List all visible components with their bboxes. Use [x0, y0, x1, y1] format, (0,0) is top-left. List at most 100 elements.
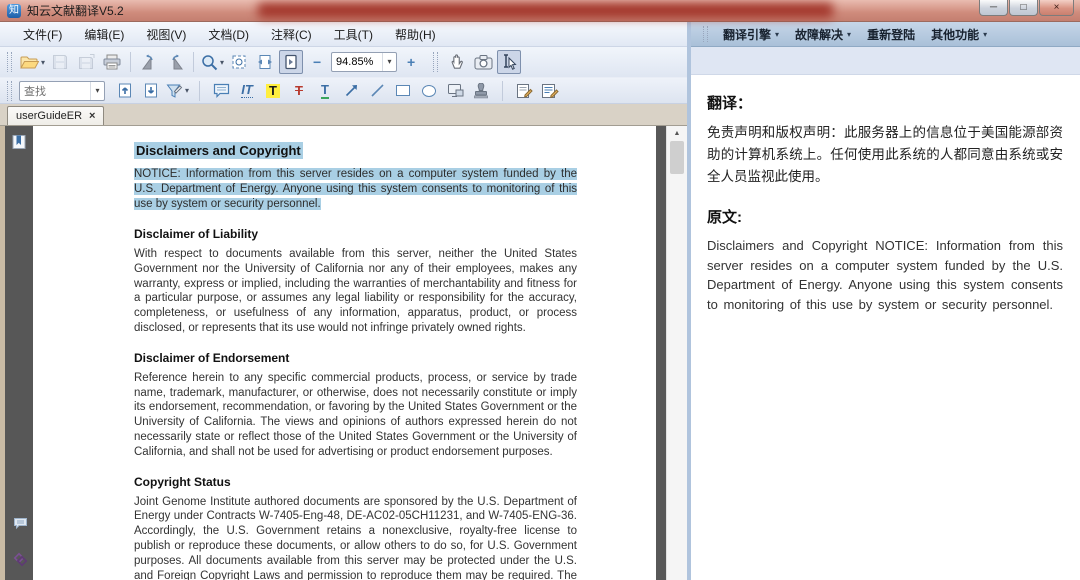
- draw-arrow-button[interactable]: [339, 79, 363, 103]
- add-note-button[interactable]: [209, 79, 233, 103]
- document-scrollbar[interactable]: ▲: [666, 126, 687, 580]
- filter-icon: [166, 83, 183, 99]
- original-text: Disclaimers and Copyright NOTICE: Inform…: [707, 236, 1063, 314]
- marquee-zoom-button[interactable]: [227, 50, 251, 74]
- app-logo-icon: 知: [7, 4, 21, 18]
- toolbar-grip: [7, 81, 12, 101]
- stamp-button[interactable]: [469, 79, 493, 103]
- zoom-out-icon: −: [313, 54, 321, 70]
- save-as-icon: [78, 54, 95, 70]
- find-input[interactable]: [20, 85, 90, 97]
- fit-page-icon: [283, 54, 299, 70]
- maximize-button[interactable]: □: [1009, 0, 1038, 16]
- chevron-down-icon: ▾: [220, 58, 224, 67]
- document-title: Disclaimers and Copyright: [134, 142, 303, 159]
- other-functions-label: 其他功能: [931, 26, 979, 43]
- draw-rectangle-button[interactable]: [391, 79, 415, 103]
- screen-icon: [447, 83, 464, 98]
- filter-annotations-button[interactable]: ▾: [165, 79, 190, 103]
- zoom-in-icon: +: [407, 54, 415, 70]
- panel-header-strip: [691, 47, 1080, 75]
- save-button[interactable]: [48, 50, 72, 74]
- menu-view[interactable]: 视图(V): [135, 23, 197, 46]
- find-next-button[interactable]: [139, 79, 163, 103]
- section-body-liability: With respect to documents available from…: [134, 247, 577, 336]
- ellipse-icon: [422, 85, 436, 97]
- menu-edit[interactable]: 编辑(E): [73, 23, 135, 46]
- chevron-down-icon[interactable]: ▾: [90, 82, 104, 100]
- rotate-right-icon: [167, 54, 184, 70]
- scrollbar-thumb[interactable]: [670, 141, 684, 174]
- zoom-out-button[interactable]: −: [305, 50, 329, 74]
- find-previous-button[interactable]: [113, 79, 137, 103]
- zoom-level-combobox: ▾: [331, 52, 397, 72]
- toolbar-grip: [7, 52, 12, 72]
- actual-size-button[interactable]: [253, 50, 277, 74]
- troubleshoot-label: 故障解决: [795, 26, 843, 43]
- toolbar-separator: [502, 81, 503, 101]
- comments-panel-button[interactable]: [11, 514, 29, 532]
- tab-userguideer[interactable]: userGuideER ×: [7, 106, 104, 125]
- attachments-panel-button[interactable]: [11, 550, 29, 568]
- redacted-title-area: [258, 3, 833, 18]
- menu-file[interactable]: 文件(F): [12, 23, 73, 46]
- underline-text-button[interactable]: T: [313, 79, 337, 103]
- edit-annotation-button[interactable]: [512, 79, 536, 103]
- chevron-down-icon: ▾: [185, 86, 189, 95]
- menu-document[interactable]: 文档(D): [197, 23, 260, 46]
- translation-heading: 翻译：: [707, 92, 1063, 113]
- document-page[interactable]: Disclaimers and Copyright NOTICE: Inform…: [33, 126, 656, 580]
- menu-help[interactable]: 帮助(H): [384, 23, 447, 46]
- annotation-toolbar: ▾ ▾: [0, 77, 688, 104]
- magnifier-icon: [201, 54, 218, 71]
- save-icon: [52, 54, 68, 70]
- marquee-zoom-icon: [231, 54, 247, 70]
- insert-text-button[interactable]: IT: [235, 79, 259, 103]
- tab-label: userGuideER: [16, 110, 82, 122]
- find-combobox: ▾: [19, 81, 105, 101]
- strikeout-icon: T: [295, 84, 303, 98]
- snapshot-button[interactable]: [471, 50, 495, 74]
- scroll-up-arrow-icon[interactable]: ▲: [667, 126, 687, 140]
- screen-annotation-button[interactable]: [443, 79, 467, 103]
- edit-form-button[interactable]: [538, 79, 562, 103]
- menu-tools[interactable]: 工具(T): [323, 23, 384, 46]
- printer-icon: [103, 54, 121, 70]
- menu-annotate[interactable]: 注释(C): [260, 23, 323, 46]
- tab-close-icon[interactable]: ×: [89, 111, 95, 122]
- translation-engine-menu[interactable]: 翻译引擎 ▾: [717, 24, 785, 45]
- bookmarks-panel-button[interactable]: [10, 133, 28, 151]
- save-as-button[interactable]: [74, 50, 98, 74]
- comment-bubble-icon: [213, 83, 230, 98]
- comment-bubble-icon: [13, 517, 28, 530]
- rotate-left-button[interactable]: [137, 50, 161, 74]
- rotate-right-button[interactable]: [163, 50, 187, 74]
- section-body-endorsement: Reference herein to any specific commerc…: [134, 371, 577, 460]
- chevron-down-icon: ▾: [847, 30, 851, 39]
- hand-tool-button[interactable]: [445, 50, 469, 74]
- translation-panel: 翻译： 免责声明和版权声明：此服务器上的信息位于美国能源部资助的计算机系统上。任…: [691, 75, 1080, 580]
- draw-ellipse-button[interactable]: [417, 79, 441, 103]
- zoom-in-button[interactable]: +: [399, 50, 423, 74]
- close-button[interactable]: ×: [1039, 0, 1074, 16]
- troubleshoot-menu[interactable]: 故障解决 ▾: [789, 24, 857, 45]
- open-file-button[interactable]: ▾: [19, 50, 46, 74]
- other-functions-menu[interactable]: 其他功能 ▾: [925, 24, 993, 45]
- rectangle-icon: [396, 85, 410, 96]
- draw-line-button[interactable]: [365, 79, 389, 103]
- hand-icon: [448, 53, 466, 71]
- chevron-down-icon[interactable]: ▾: [382, 53, 396, 71]
- navigation-sidebar: [5, 126, 33, 580]
- fit-page-button[interactable]: [279, 50, 303, 74]
- edit-page-icon: [516, 83, 533, 99]
- chevron-down-icon: ▾: [983, 30, 987, 39]
- strikeout-text-button[interactable]: T: [287, 79, 311, 103]
- print-button[interactable]: [100, 50, 124, 74]
- minimize-button[interactable]: ─: [979, 0, 1008, 16]
- select-text-tool-button[interactable]: [497, 50, 521, 74]
- zoom-level-input[interactable]: [332, 56, 382, 68]
- relogin-button[interactable]: 重新登陆: [861, 24, 921, 45]
- open-folder-icon: [20, 55, 39, 70]
- highlight-text-button[interactable]: T: [261, 79, 285, 103]
- zoom-tool-button[interactable]: ▾: [200, 50, 225, 74]
